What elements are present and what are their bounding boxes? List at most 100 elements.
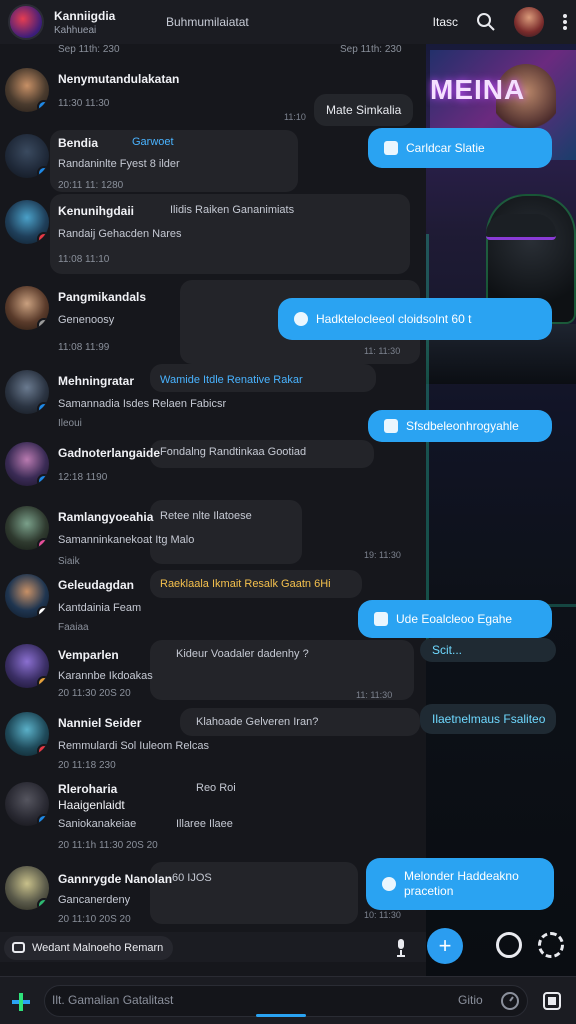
avatar[interactable] (5, 370, 49, 414)
outgoing-message[interactable]: Hadktelocleeol cloidsolnt 60 t (278, 298, 552, 340)
outgoing-message[interactable]: Ilaetnelmaus Fsaliteo (420, 704, 556, 734)
outgoing-message[interactable]: Mate Simkalia (314, 94, 414, 126)
search-icon[interactable] (476, 12, 496, 32)
camera-icon (12, 942, 25, 953)
clock-icon[interactable] (500, 991, 520, 1016)
timestamp: 10: 11:30 (364, 910, 401, 920)
timestamp: 11: 11:30 (364, 346, 401, 356)
list-item[interactable]: Gadnoterlangaide Fondalng Randtinkaa Goo… (0, 438, 426, 498)
sticker-icon[interactable] (496, 932, 522, 958)
list-item[interactable]: Gannrygde Nanolan 60 IJOS Gancanerdeny 2… (0, 862, 426, 932)
contact-name: Rleroharia (58, 782, 118, 796)
draft-chip[interactable]: Wedant Malnoeho Remarn (4, 936, 174, 960)
message-meta: 12:18 1190 (58, 472, 108, 483)
list-item[interactable]: Kenunihgdaii Ilidis Raiken Gananimiats R… (0, 196, 426, 276)
message-text: Melonder Haddeakno pracetion (404, 869, 519, 898)
avatar[interactable] (5, 200, 49, 244)
mic-icon[interactable] (394, 938, 408, 963)
list-item[interactable]: Nanniel Seider Klahoade Gelveren Iran? R… (0, 708, 426, 778)
avatar[interactable] (5, 442, 49, 486)
chat-list[interactable]: Sep 11th: 230 Sep 11th: 230 Nenymutandul… (0, 44, 426, 932)
list-item[interactable]: Ramlangyoeahia Retee nlte Ilatoese Saman… (0, 500, 426, 570)
status-badge (37, 232, 49, 244)
user-avatar[interactable] (514, 7, 544, 37)
document-icon (374, 612, 388, 626)
list-item[interactable]: Rleroharia Reo Roi Haaigenlaidt Saniokan… (0, 778, 426, 858)
list-item[interactable]: Bendia Garwoet Randaninlte Fyest 8 ilder… (0, 130, 426, 196)
inline-text: Klahoade Gelveren Iran? (196, 716, 319, 728)
message-preview: Haaigenlaidt (58, 798, 125, 812)
outgoing-message[interactable]: Ude Eoalcleoo Egahe (358, 600, 552, 638)
verified-badge (37, 814, 49, 826)
outgoing-message[interactable]: Scit... (420, 638, 556, 662)
inline-text: Raeklaala Ikmait Resalk Gaatn 6Hi (160, 578, 331, 590)
message-text: Mate Simkalia (326, 103, 402, 117)
message-meta: 11:08 11:99 (58, 342, 110, 353)
status-badge (37, 538, 49, 550)
message-preview: Kantdainia Feam (58, 602, 142, 614)
outgoing-message[interactable]: Sfsdbeleonhrogyahle (368, 410, 552, 442)
status-badge (37, 898, 49, 910)
avatar[interactable] (5, 644, 49, 688)
message-text: Sfsdbeleonhrogyahle (406, 419, 519, 433)
window-icon[interactable] (542, 991, 562, 1016)
status-badge (37, 318, 49, 330)
contact-name: Bendia (58, 136, 99, 150)
more-vert-icon[interactable] (562, 13, 568, 31)
contact-name: Vemparlen (58, 648, 119, 662)
message-preview: Gancanerdeny (58, 894, 131, 906)
header-right-label[interactable]: Itasc (433, 15, 458, 29)
add-button[interactable]: + (427, 928, 463, 964)
timestamp: Sep 11th: 230 (58, 44, 120, 55)
wallpaper-neon (426, 234, 429, 654)
draft-label: Wedant Malnoeho Remarn (32, 942, 164, 954)
message-meta: Faaiaa (58, 622, 89, 633)
message-preview: Saniokanakeiae (58, 818, 137, 830)
list-item[interactable]: Mehningratar Wamide Itdle Renative Rakar… (0, 364, 426, 436)
verified-badge (37, 100, 49, 112)
group-info[interactable]: Kanniigdia Kahhueai (54, 9, 148, 36)
group-subtitle: Kahhueai (54, 24, 97, 36)
avatar[interactable] (5, 866, 49, 910)
message-preview: Karannbe Ikdoakas (58, 670, 153, 682)
timestamp: 11:10 (284, 112, 306, 122)
app-logo-icon[interactable] (10, 991, 32, 1018)
message-meta: Siaik (58, 556, 80, 567)
group-title: Kanniigdia (54, 8, 116, 23)
message-meta: 20 11:1h 11:30 20S 20 (58, 840, 158, 851)
avatar[interactable] (5, 286, 49, 330)
contact-name: Nanniel Seider (58, 716, 142, 730)
document-icon (384, 419, 398, 433)
group-avatar[interactable] (8, 4, 44, 40)
message-preview: Samanninkanekoat Itg Malo (58, 534, 195, 546)
draft-bar: Wedant Malnoeho Remarn (0, 932, 426, 962)
chat-wallpaper: MEINA (426, 44, 576, 976)
avatar[interactable] (5, 574, 49, 618)
contact-name: Nenymutandulakatan (58, 72, 180, 86)
home-indicator (256, 1014, 306, 1017)
message-meta: 11:08 11:10 (58, 254, 110, 265)
avatar[interactable] (5, 712, 49, 756)
wallpaper-poster-text: MEINA (430, 74, 526, 105)
outgoing-message[interactable]: Melonder Haddeakno pracetion (366, 858, 554, 910)
avatar[interactable] (5, 134, 49, 178)
inline-text: Illaree Ilaee (176, 818, 233, 830)
outgoing-message[interactable]: Carldcar Slatie (368, 128, 552, 168)
contact-name: Gadnoterlangaide (58, 446, 161, 460)
status-badge (37, 744, 49, 756)
attachment-icon (384, 141, 398, 155)
message-preview: Genenoosy (58, 314, 115, 326)
inline-text: Fondalng Randtinkaa Gootiad (160, 446, 307, 458)
avatar[interactable] (5, 68, 49, 112)
plus-icon: + (438, 933, 452, 958)
settings-gear-icon[interactable] (538, 932, 564, 958)
chat-header: Kanniigdia Kahhueai Buhmumilaiatat Itasc (0, 0, 576, 44)
avatar[interactable] (5, 506, 49, 550)
message-meta: 20:11 11: 1280 (58, 180, 124, 191)
avatar[interactable] (5, 782, 49, 826)
emoji-icon (294, 312, 308, 326)
status-badge (37, 676, 49, 688)
message-preview: Samannadia Isdes Relaen Fabicsr (58, 398, 227, 410)
contact-name: Geleudagdan (58, 578, 135, 592)
message-text: Ude Eoalcleoo Egahe (396, 612, 513, 626)
